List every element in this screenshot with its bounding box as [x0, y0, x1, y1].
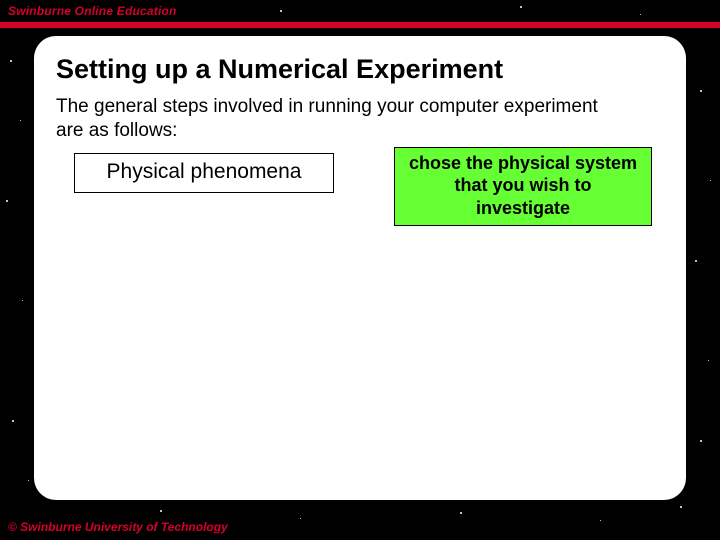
brand-text: Swinburne Online Education: [8, 4, 177, 18]
header-bar: Swinburne Online Education: [0, 0, 720, 22]
slide-intro: The general steps involved in running yo…: [56, 95, 616, 143]
slide-card: Setting up a Numerical Experiment The ge…: [34, 36, 686, 500]
footer-bar: © Swinburne University of Technology: [8, 518, 228, 536]
accent-stripe: [0, 22, 720, 28]
slide-title: Setting up a Numerical Experiment: [56, 54, 664, 85]
content-row: Physical phenomena chose the physical sy…: [56, 153, 664, 227]
step-description-box: chose the physical system that you wish …: [394, 147, 652, 227]
step-box: Physical phenomena: [74, 153, 334, 193]
copyright-text: © Swinburne University of Technology: [8, 520, 228, 534]
